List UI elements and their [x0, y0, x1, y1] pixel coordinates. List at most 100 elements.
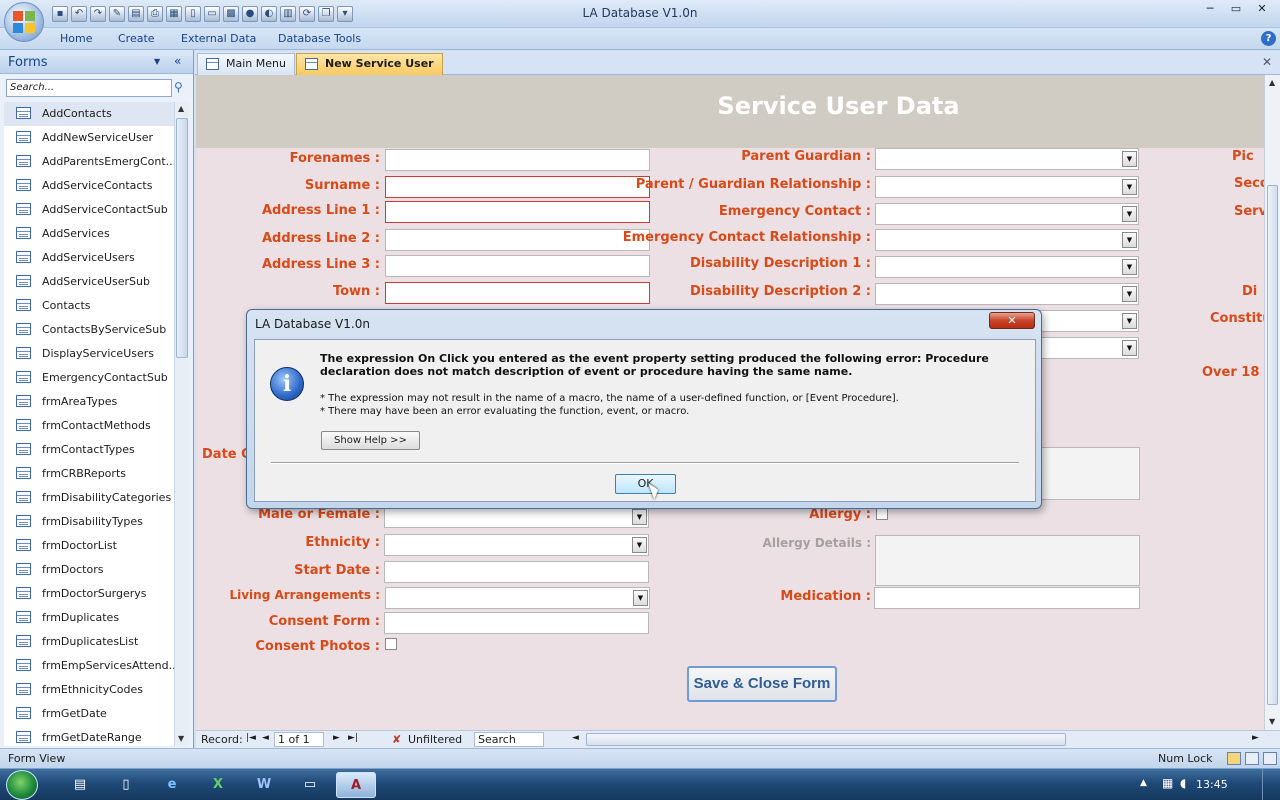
- nav-form-item[interactable]: frmCRBReports: [4, 462, 174, 486]
- doc-tab-main-menu[interactable]: Main Menu: [197, 53, 295, 75]
- gender-combo[interactable]: ▼: [384, 506, 649, 528]
- office-button[interactable]: [4, 2, 44, 42]
- nav-form-item[interactable]: frmDuplicates: [4, 606, 174, 630]
- scroll-up-icon[interactable]: ▲: [1269, 78, 1275, 87]
- restore-button[interactable]: ▭: [1224, 2, 1248, 18]
- explorer-icon[interactable]: ▤: [60, 772, 100, 798]
- tab-create[interactable]: Create: [118, 32, 155, 45]
- nav-form-item[interactable]: frmEthnicityCodes: [4, 678, 174, 702]
- next-record-icon[interactable]: ►: [333, 733, 340, 743]
- ie-icon[interactable]: e: [152, 772, 192, 798]
- nav-form-item[interactable]: ContactsByServiceSub: [4, 318, 174, 342]
- nav-form-item[interactable]: frmAreaTypes: [4, 390, 174, 414]
- chevron-down-icon[interactable]: ▼: [633, 590, 648, 606]
- filter-status[interactable]: Unfiltered: [408, 733, 462, 746]
- tab-external-data[interactable]: External Data: [181, 32, 256, 45]
- consent-form-field[interactable]: [384, 612, 649, 634]
- chevron-down-icon[interactable]: ▼: [1122, 179, 1137, 195]
- disability-2-combo[interactable]: ▼: [875, 283, 1139, 305]
- prev-record-icon[interactable]: ◄: [262, 733, 269, 743]
- start-button[interactable]: [6, 770, 38, 800]
- scroll-down-icon[interactable]: ▼: [178, 734, 184, 743]
- search-icon[interactable]: ⚲: [174, 80, 183, 94]
- chevron-down-icon[interactable]: ▼: [1122, 259, 1137, 275]
- chevron-down-icon[interactable]: ▼: [632, 509, 647, 525]
- record-search-input[interactable]: Search: [474, 732, 544, 747]
- close-button[interactable]: ✕: [1250, 2, 1274, 18]
- design-view-icon[interactable]: [1263, 752, 1277, 765]
- volume-icon[interactable]: ◖: [1180, 776, 1186, 790]
- nav-form-item[interactable]: EmergencyContactSub: [4, 366, 174, 390]
- town-field[interactable]: [385, 282, 650, 304]
- allergy-checkbox[interactable]: [876, 508, 888, 520]
- nav-form-item[interactable]: frmDuplicatesList: [4, 630, 174, 654]
- save-close-button[interactable]: Save & Close Form: [687, 666, 837, 702]
- chevron-down-icon[interactable]: ▼: [1122, 232, 1137, 248]
- nav-form-item[interactable]: frmDoctorSurgerys: [4, 582, 174, 606]
- allergy-details-field[interactable]: [875, 535, 1140, 586]
- nav-form-item[interactable]: AddServices: [4, 222, 174, 246]
- nav-form-item[interactable]: AddNewServiceUser: [4, 126, 174, 150]
- nav-form-item[interactable]: frmDoctors: [4, 558, 174, 582]
- chevron-down-icon[interactable]: ▼: [1122, 151, 1137, 167]
- first-record-icon[interactable]: |◄: [246, 733, 256, 743]
- nav-form-item[interactable]: frmContactTypes: [4, 438, 174, 462]
- ok-button[interactable]: OK: [615, 474, 676, 494]
- address-line-1-field[interactable]: [385, 201, 650, 223]
- nav-form-item[interactable]: AddServiceContactSub: [4, 198, 174, 222]
- start-date-field[interactable]: [384, 561, 649, 583]
- scrollbar-thumb[interactable]: [1267, 185, 1278, 705]
- parent-guardian-combo[interactable]: ▼: [875, 148, 1139, 170]
- medication-field[interactable]: [874, 587, 1140, 609]
- address-line-2-field[interactable]: [385, 229, 650, 251]
- dialog-close-button[interactable]: ✕: [989, 312, 1035, 329]
- nav-form-item[interactable]: frmDisabilityTypes: [4, 510, 174, 534]
- nav-form-item[interactable]: Contacts: [4, 294, 174, 318]
- tab-home[interactable]: Home: [60, 32, 92, 45]
- doc-tab-new-service-user[interactable]: New Service User: [296, 53, 443, 75]
- nav-form-item[interactable]: frmGetDateRange: [4, 726, 174, 746]
- horizontal-scrollbar-thumb[interactable]: [586, 733, 1066, 746]
- nav-form-item[interactable]: frmDoctorList: [4, 534, 174, 558]
- nav-scrollbar[interactable]: ▲ ▼: [174, 102, 189, 746]
- disability-1-combo[interactable]: ▼: [875, 256, 1139, 278]
- help-icon[interactable]: ?: [1261, 31, 1276, 46]
- ec-relationship-combo[interactable]: ▼: [875, 229, 1139, 251]
- pg-relationship-combo[interactable]: ▼: [875, 176, 1139, 198]
- word-icon[interactable]: W: [244, 772, 284, 798]
- living-arrangements-combo[interactable]: ▼: [385, 587, 650, 609]
- chevron-down-icon[interactable]: ▼: [1122, 313, 1137, 329]
- nav-form-item[interactable]: frmContactMethods: [4, 414, 174, 438]
- close-icon[interactable]: ✕: [1262, 55, 1272, 69]
- chevron-down-icon[interactable]: ▼: [154, 57, 160, 66]
- tab-database-tools[interactable]: Database Tools: [278, 32, 361, 45]
- nav-form-item[interactable]: AddContacts: [4, 102, 174, 126]
- show-help-button[interactable]: Show Help >>: [321, 431, 420, 450]
- clock[interactable]: 13:45: [1196, 778, 1228, 791]
- layout-view-icon[interactable]: [1245, 752, 1259, 765]
- paint-icon[interactable]: ▭: [290, 772, 330, 798]
- nav-form-item[interactable]: frmEmpServicesAttend...: [4, 654, 174, 678]
- nav-form-item[interactable]: frmGetDate: [4, 702, 174, 726]
- scrollbar-thumb[interactable]: [176, 118, 188, 358]
- nav-form-item[interactable]: frmDisabilityCategories: [4, 486, 174, 510]
- excel-icon[interactable]: X: [198, 772, 238, 798]
- form-scrollbar[interactable]: ▲ ▼: [1264, 75, 1280, 730]
- ethnicity-combo[interactable]: ▼: [384, 534, 649, 556]
- nav-form-item[interactable]: DisplayServiceUsers: [4, 342, 174, 366]
- nav-pane-title[interactable]: Forms: [8, 55, 48, 70]
- scroll-left-icon[interactable]: ◄: [572, 733, 579, 743]
- minimize-button[interactable]: ─: [1198, 2, 1222, 18]
- scroll-up-icon[interactable]: ▲: [178, 104, 184, 113]
- nav-form-item[interactable]: AddServiceUsers: [4, 246, 174, 270]
- chevron-down-icon[interactable]: ▼: [1122, 206, 1137, 222]
- surname-field[interactable]: [385, 176, 650, 198]
- scroll-right-icon[interactable]: ►: [1252, 733, 1259, 743]
- consent-photos-checkbox[interactable]: [385, 638, 397, 650]
- nav-form-item[interactable]: AddParentsEmergCont...: [4, 150, 174, 174]
- form-view-icon[interactable]: [1227, 752, 1241, 765]
- record-position-input[interactable]: 1 of 1: [274, 732, 324, 747]
- show-desktop-button[interactable]: [1262, 769, 1280, 800]
- access-icon[interactable]: A: [336, 772, 376, 798]
- chevron-down-icon[interactable]: ▼: [1122, 286, 1137, 302]
